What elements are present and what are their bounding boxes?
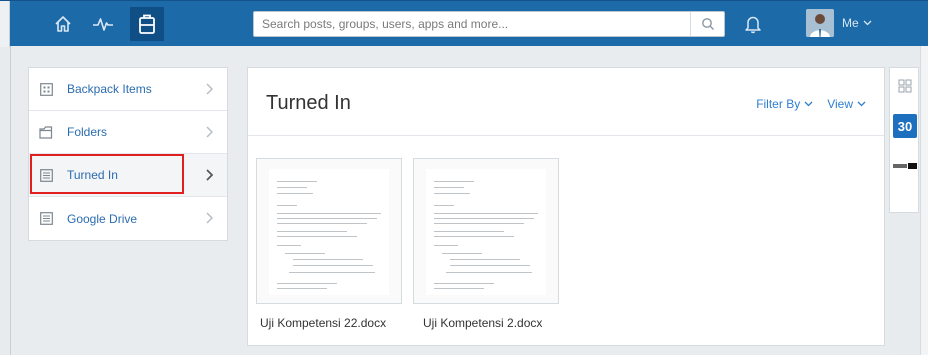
activity-button[interactable] — [88, 9, 118, 39]
file-thumbnail[interactable] — [256, 158, 402, 304]
sidebar-item-backpack-items[interactable]: Backpack Items — [29, 68, 227, 111]
search-input[interactable] — [254, 12, 690, 36]
user-menu[interactable]: Me — [842, 16, 872, 30]
chevron-right-icon — [206, 82, 214, 98]
backpack-icon — [139, 14, 155, 34]
document-icon — [39, 168, 53, 182]
chevron-down-icon — [863, 20, 872, 26]
chevron-down-icon — [857, 101, 866, 107]
file-thumbnail[interactable] — [413, 158, 559, 304]
chevron-right-icon — [206, 168, 214, 184]
home-button[interactable] — [48, 9, 78, 39]
left-edge — [0, 1, 10, 47]
sidebar-item-google-drive[interactable]: Google Drive — [29, 197, 227, 240]
apps-grid-icon — [898, 79, 912, 93]
app-rail: 30 — [889, 67, 919, 213]
readwritethink-app-button[interactable] — [893, 154, 917, 178]
calendar-app-button[interactable]: 30 — [893, 114, 917, 138]
view-button[interactable]: View — [827, 97, 866, 111]
readwritethink-logo-icon — [893, 163, 917, 169]
apps-grid-button[interactable] — [893, 74, 917, 98]
panel-actions: Filter By View — [756, 97, 866, 111]
drive-icon — [39, 212, 53, 226]
page-title: Turned In — [266, 92, 351, 114]
sidebar-item-label: Backpack Items — [67, 82, 152, 96]
backpack-button[interactable] — [130, 7, 164, 41]
search-icon — [701, 18, 714, 30]
grid-icon — [39, 82, 53, 96]
folder-icon — [39, 125, 53, 139]
scrollbar-strip[interactable] — [920, 46, 928, 355]
divider — [248, 135, 884, 136]
bell-icon — [745, 16, 761, 34]
sidebar-item-label: Google Drive — [67, 211, 138, 226]
sidebar-item-folders[interactable]: Folders — [29, 111, 227, 154]
sidebar-item-turned-in[interactable]: Turned In — [29, 154, 227, 197]
chevron-right-icon — [206, 211, 214, 227]
avatar-image — [806, 9, 834, 37]
file-name[interactable]: Uji Kompetensi 2.docx — [423, 316, 542, 330]
document-preview — [269, 169, 389, 295]
activity-icon — [93, 18, 113, 31]
view-label: View — [827, 97, 853, 111]
home-icon — [55, 16, 71, 32]
filter-by-button[interactable]: Filter By — [756, 97, 813, 111]
backpack-menu: Backpack Items Folders Turned In Google … — [28, 67, 228, 241]
main-panel: Turned In Filter By View Uji Kompetensi … — [247, 67, 885, 346]
sidebar-item-label: Folders — [67, 125, 108, 139]
filter-by-label: Filter By — [756, 97, 801, 111]
search-box — [253, 11, 725, 37]
chevron-right-icon — [206, 125, 214, 141]
user-avatar[interactable] — [806, 9, 834, 37]
document-preview — [426, 169, 546, 295]
chevron-down-icon — [804, 101, 813, 107]
file-name[interactable]: Uji Kompetensi 22.docx — [260, 316, 386, 330]
notifications-button[interactable] — [740, 11, 766, 37]
calendar-label: 30 — [897, 118, 913, 134]
top-navigation-bar: Me — [0, 0, 928, 47]
sidebar-item-label: Turned In — [67, 168, 118, 182]
user-menu-label: Me — [842, 16, 859, 30]
search-button[interactable] — [690, 12, 724, 36]
